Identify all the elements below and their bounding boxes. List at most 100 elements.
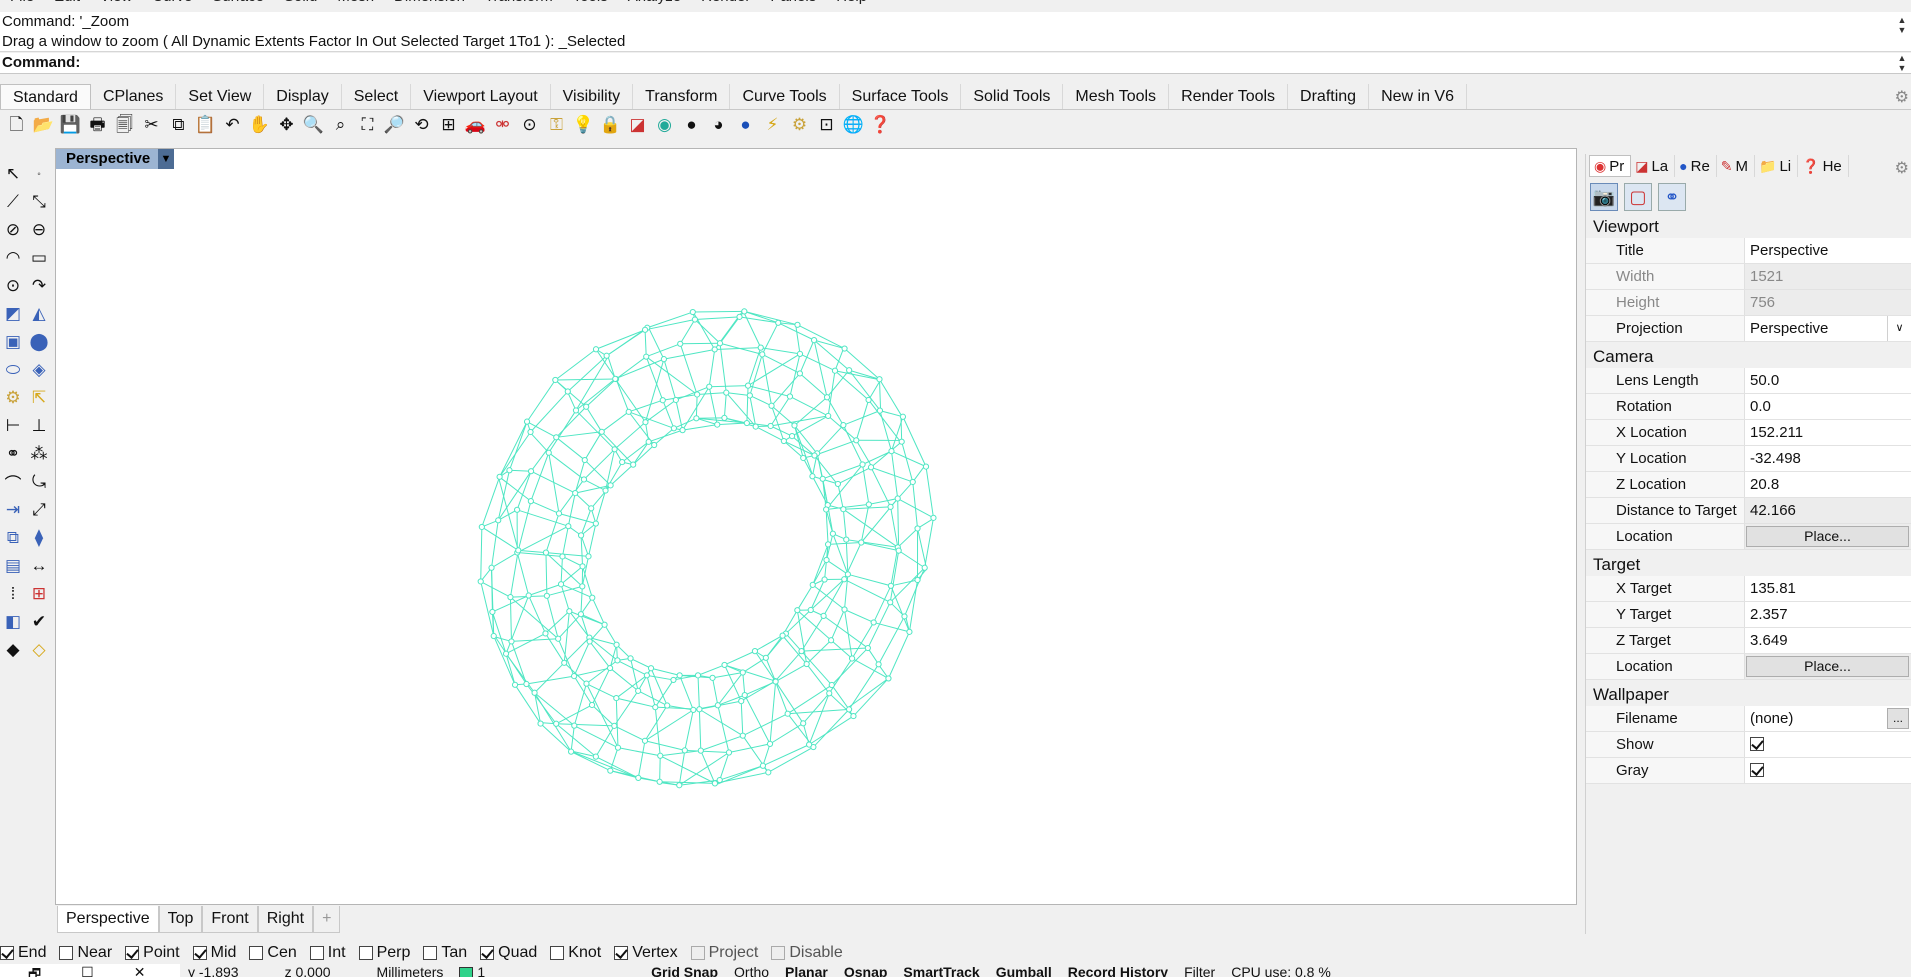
mesh-vertex[interactable] — [478, 523, 485, 531]
mesh-vertex[interactable] — [840, 506, 847, 513]
mesh-vertex[interactable] — [786, 393, 794, 400]
osnap-quad[interactable]: Quad — [480, 944, 537, 962]
show-wallpaper-checkbox[interactable] — [1750, 737, 1764, 751]
arc-icon[interactable]: ◠ — [0, 245, 26, 271]
mesh-vertex[interactable] — [652, 704, 659, 711]
mesh-vertex[interactable] — [664, 702, 671, 709]
osnap-checkbox[interactable] — [358, 946, 373, 960]
surface-icon[interactable]: ◩ — [0, 301, 26, 327]
panel-tab-render[interactable]: ● Re — [1675, 155, 1717, 177]
mesh-vertex[interactable] — [841, 606, 848, 613]
mesh-vertex[interactable] — [552, 376, 559, 384]
mesh-vertex[interactable] — [603, 352, 610, 359]
sphere-icon[interactable]: ● — [679, 112, 704, 136]
mesh-vertex[interactable] — [641, 737, 649, 744]
loft-icon[interactable]: ◭ — [26, 301, 52, 327]
mesh-vertex[interactable] — [613, 641, 620, 648]
mesh-vertex[interactable] — [488, 564, 495, 571]
mesh-vertex[interactable] — [791, 422, 798, 429]
osnap-toggle[interactable]: Osnap — [836, 964, 896, 977]
y-location-field[interactable]: -32.498 — [1744, 446, 1911, 471]
mesh-vertex[interactable] — [612, 375, 619, 382]
mesh-vertex[interactable] — [828, 637, 835, 644]
zoom-extents-icon[interactable]: ⛶ — [355, 112, 380, 136]
mesh-vertex[interactable] — [523, 418, 531, 425]
mesh-vertex[interactable] — [850, 712, 857, 720]
mesh-vertex[interactable] — [543, 592, 550, 599]
tab-set-view[interactable]: Set View — [176, 84, 265, 109]
mesh-vertex[interactable] — [643, 672, 650, 679]
mesh-vertex[interactable] — [794, 607, 801, 614]
filename-field[interactable]: (none)... — [1744, 706, 1911, 731]
mesh-vertex[interactable] — [794, 321, 801, 328]
place-camera-button[interactable]: Place... — [1746, 526, 1909, 547]
mesh-wireframe[interactable] — [56, 149, 1577, 905]
mesh-vertex[interactable] — [772, 678, 779, 685]
open-icon[interactable]: 📂 — [31, 112, 56, 136]
pan-icon[interactable]: ✋ — [247, 112, 272, 136]
mesh-vertex[interactable] — [693, 415, 700, 422]
mesh-vertex[interactable] — [723, 389, 730, 396]
mesh-vertex[interactable] — [858, 539, 865, 546]
mesh-vertex[interactable] — [697, 747, 704, 754]
mesh-vertex[interactable] — [690, 706, 697, 713]
mesh-vertex[interactable] — [514, 506, 521, 513]
mesh-vertex[interactable] — [867, 464, 875, 471]
mesh-vertex[interactable] — [898, 438, 905, 445]
mesh-vertex[interactable] — [711, 780, 719, 787]
mesh-vertex[interactable] — [672, 396, 679, 404]
grid-snap-toggle[interactable]: Grid Snap — [643, 964, 726, 977]
mesh-vertex[interactable] — [581, 456, 588, 464]
mesh-vertex[interactable] — [607, 482, 614, 489]
mesh-vertex[interactable] — [831, 367, 839, 374]
mesh-vertex[interactable] — [577, 611, 585, 618]
cut-icon[interactable]: ✂ — [139, 112, 164, 136]
spheres-icon[interactable]: ⬤ — [26, 329, 52, 355]
bulb-icon[interactable]: 💡 — [571, 112, 596, 136]
object-properties-icon[interactable]: ⚭ — [1658, 183, 1686, 211]
gumball-toggle[interactable]: Gumball — [988, 964, 1060, 977]
mesh-vertex[interactable] — [853, 437, 860, 444]
x-location-field[interactable]: 152.211 — [1744, 420, 1911, 445]
mesh-vertex[interactable] — [803, 660, 810, 668]
mesh-vertex[interactable] — [670, 676, 677, 684]
block-icon[interactable]: ⊞ — [26, 581, 52, 607]
history-scroll-arrows[interactable]: ▲ ▼ — [1895, 15, 1909, 35]
viewport-tab-perspective[interactable]: Perspective — [57, 906, 159, 933]
tab-new-in-v6[interactable]: New in V6 — [1369, 84, 1467, 109]
osnap-perp[interactable]: Perp — [358, 944, 410, 962]
tab-visibility[interactable]: Visibility — [551, 84, 634, 109]
mesh-vertex[interactable] — [572, 407, 580, 414]
mesh-vertex[interactable] — [843, 536, 850, 543]
tab-surface-tools[interactable]: Surface Tools — [840, 84, 962, 109]
z-target-field[interactable]: 3.649 — [1744, 628, 1911, 653]
solid-tools-icon[interactable]: ◆ — [0, 637, 26, 663]
mesh-vertex[interactable] — [589, 594, 596, 601]
osnap-knot[interactable]: Knot — [550, 944, 601, 962]
osnap-cen[interactable]: Cen — [249, 944, 297, 962]
mesh-vertex[interactable] — [876, 407, 884, 414]
mesh-vertex[interactable] — [841, 576, 848, 583]
lock-icon[interactable]: 🔒 — [598, 112, 623, 136]
line-icon[interactable]: ⤡ — [26, 189, 52, 215]
mesh-vertex[interactable] — [706, 383, 713, 390]
mesh-vertex[interactable] — [531, 689, 538, 696]
mesh-vertex[interactable] — [527, 468, 535, 475]
join-icon[interactable]: ⚭ — [0, 441, 26, 467]
gear-set-icon[interactable]: ⚙ — [787, 112, 812, 136]
mesh-vertex[interactable] — [527, 428, 534, 436]
mesh-vertex[interactable] — [660, 356, 667, 363]
polygon-icon[interactable]: ⊙ — [0, 273, 26, 299]
mesh-vertex[interactable] — [846, 367, 853, 374]
panel-tab-layers[interactable]: ◪ La — [1631, 155, 1676, 177]
osnap-point[interactable]: Point — [125, 944, 180, 962]
tab-standard[interactable]: Standard — [0, 84, 91, 109]
mesh-vertex[interactable] — [887, 503, 894, 510]
z-location-field[interactable]: 20.8 — [1744, 472, 1911, 497]
panel-tab-libraries[interactable]: 📁 Li — [1755, 155, 1799, 177]
perspective-viewport[interactable]: Perspective ▼ — [55, 148, 1577, 905]
osnap-checkbox[interactable] — [59, 946, 74, 960]
rectangle-icon[interactable]: ▭ — [26, 245, 52, 271]
close-window-icon[interactable]: ✕ — [134, 964, 146, 977]
mesh-vertex[interactable] — [909, 478, 916, 486]
